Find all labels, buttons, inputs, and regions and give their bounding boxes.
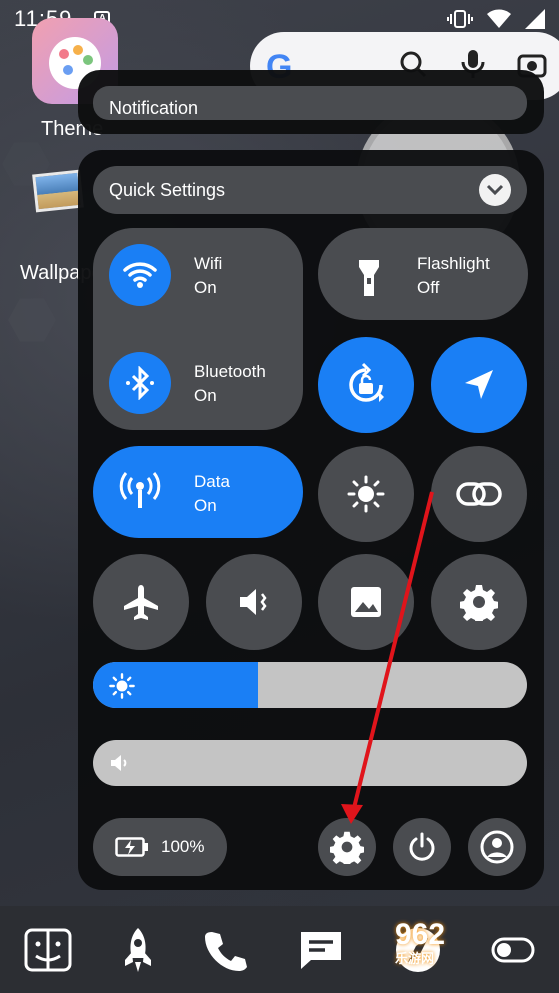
watermark-logo: 962 乐游网 [395,918,555,976]
link-icon [456,482,502,506]
flashlight-icon [359,260,379,296]
bluetooth-tile[interactable]: Bluetooth On [194,360,266,408]
app-wallpaper-icon[interactable] [32,169,84,213]
speaker-icon [111,755,127,771]
rotation-lock-icon [349,362,384,402]
notification-header[interactable]: Notification [93,86,527,120]
volume-vibrate-icon [240,589,267,615]
wifi-icon[interactable] [109,244,171,306]
quick-settings-header[interactable]: Quick Settings [93,166,527,214]
wifi-tile[interactable]: Wifi On [194,252,222,300]
volume-slider[interactable] [93,740,527,786]
bluetooth-icon[interactable] [109,352,171,414]
rotation-toggle[interactable] [318,337,414,433]
chevron-down-icon[interactable] [479,174,511,206]
finder-icon[interactable] [24,928,72,972]
phone-icon[interactable] [204,928,248,972]
data-text: Data On [194,470,230,518]
airplane-icon [124,585,158,620]
wifi-state: On [194,278,217,297]
data-state: On [194,496,217,515]
flashlight-label: Flashlight [417,254,490,273]
data-label: Data [194,472,230,491]
link-toggle[interactable] [431,446,527,542]
vibrate-icon [447,10,473,28]
battery-chip[interactable]: 100% [93,818,227,876]
user-profile-button[interactable] [468,818,526,876]
bluetooth-label: Bluetooth [194,362,266,381]
battery-charging-icon [115,837,148,857]
battery-percent: 100% [161,837,205,856]
settings-toggle[interactable] [431,554,527,650]
quick-settings-title: Quick Settings [109,179,226,200]
brightness-icon [347,475,385,513]
settings-button[interactable] [318,818,376,876]
location-toggle[interactable] [431,337,527,433]
message-icon[interactable] [297,928,345,972]
sound-mode-toggle[interactable] [206,554,302,650]
watermark-subtext: 乐游网 [395,951,435,966]
signal-icon [525,9,545,29]
navigation-arrow-icon [465,370,493,399]
account-circle-icon [480,830,514,864]
rocket-icon[interactable] [121,926,155,974]
mobile-data-antenna-icon [119,472,161,508]
bluetooth-state: On [194,386,217,405]
flashlight-state: Off [417,278,440,297]
screenshot-toggle[interactable] [318,554,414,650]
gear-icon [460,585,498,621]
gear-icon [330,831,364,864]
brightness-small-icon [109,673,135,699]
wifi-label: Wifi [194,254,223,273]
flashlight-text: Flashlight Off [417,252,490,300]
power-icon [409,832,435,861]
brightness-toggle[interactable] [318,446,414,542]
brightness-slider[interactable] [93,662,527,708]
airplane-mode-toggle[interactable] [93,554,189,650]
wifi-status-icon [487,9,511,28]
watermark-text: 962 [395,918,446,951]
power-button[interactable] [393,818,451,876]
image-icon [351,587,381,617]
